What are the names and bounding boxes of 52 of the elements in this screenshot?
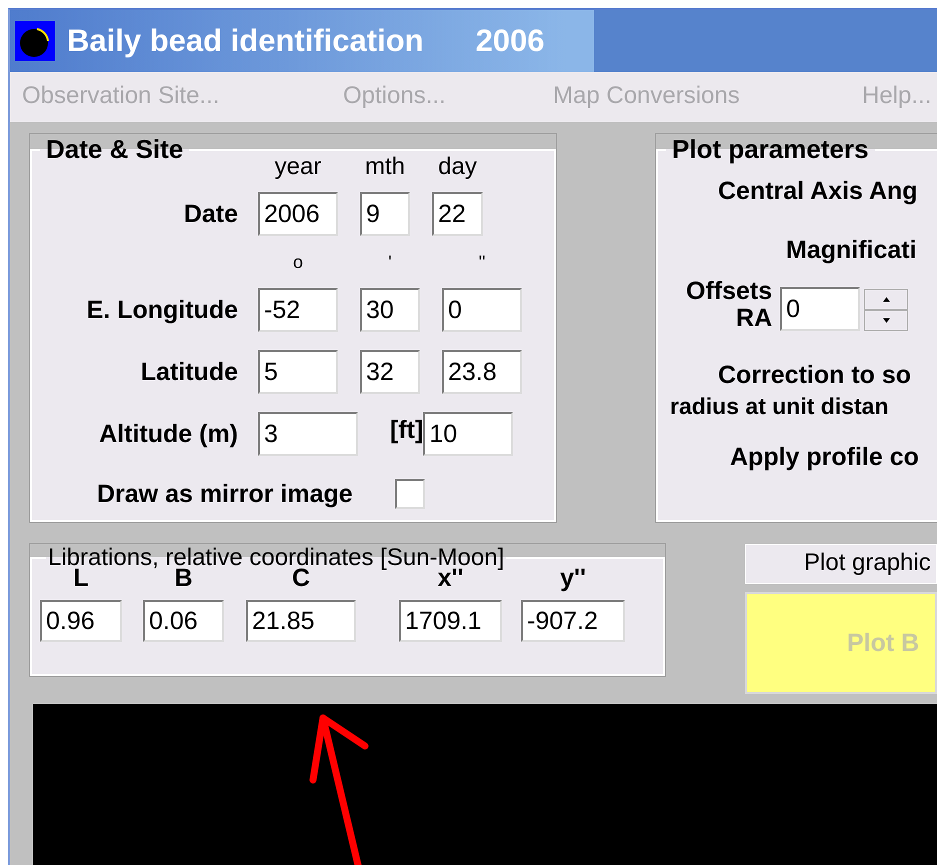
down-arrow-icon (882, 318, 890, 323)
field-label: Correction to so (718, 360, 912, 391)
checkbox[interactable] (394, 479, 425, 509)
text-field[interactable]: 2006 (258, 192, 338, 236)
panel-title: Date & Site (45, 134, 184, 165)
text-field[interactable]: 32 (360, 350, 420, 394)
unit-label: ' (388, 252, 392, 272)
text-field[interactable]: 23.8 (442, 350, 522, 394)
text-field[interactable]: 0 (780, 287, 860, 331)
text-field[interactable]: 0.96 (40, 600, 122, 642)
window-title-year: 2006 (476, 23, 545, 59)
text-field[interactable]: 21.85 (246, 600, 356, 642)
field-label: Altitude (m) (99, 420, 238, 448)
field-label: radius at unit distan (670, 392, 890, 420)
window-title: Baily bead identification (67, 23, 424, 59)
column-label: mth (364, 153, 405, 180)
field-label: Apply profile co (730, 443, 920, 472)
field-label: E. Longitude (86, 296, 238, 324)
text-field[interactable]: 0 (442, 288, 522, 332)
field-label: Offsets (686, 277, 772, 306)
column-label: x'' (438, 564, 464, 594)
unit-label: o (292, 252, 303, 272)
up-arrow-icon (882, 297, 890, 302)
field-label: Central Axis Ang (718, 177, 919, 206)
text-field[interactable]: 9 (360, 192, 410, 236)
text-field[interactable]: 0.06 (143, 600, 224, 642)
text-field[interactable]: -907.2 (521, 600, 625, 642)
panel-title: Plot parameters (671, 134, 870, 165)
text-field[interactable]: 30 (360, 288, 420, 332)
column-label: day (438, 153, 477, 180)
app-icon (15, 21, 55, 61)
field-label: RA (736, 306, 772, 331)
field-label: Date (184, 200, 238, 228)
plot-graphic-label: Plot graphic (745, 544, 937, 584)
unit-label: '' (478, 252, 486, 272)
spin-up-button[interactable] (864, 289, 908, 310)
column-label: L (73, 564, 89, 594)
checkbox-label: Draw as mirror image (97, 480, 353, 508)
column-label: y'' (560, 564, 586, 594)
column-label: C (292, 564, 310, 594)
field-label: [ft] (390, 416, 424, 444)
text-field[interactable]: 1709.1 (399, 600, 502, 642)
text-field[interactable]: 5 (258, 350, 338, 394)
text-field[interactable]: 10 (423, 412, 514, 456)
text-field[interactable]: 3 (258, 412, 358, 456)
text-field[interactable]: -52 (258, 288, 338, 332)
column-label: B (174, 564, 193, 594)
field-label: Magnificati (786, 236, 918, 265)
text-field[interactable]: 22 (432, 192, 483, 236)
spin-down-button[interactable] (864, 310, 908, 331)
field-label: Latitude (140, 358, 238, 386)
column-label: year (274, 153, 322, 180)
